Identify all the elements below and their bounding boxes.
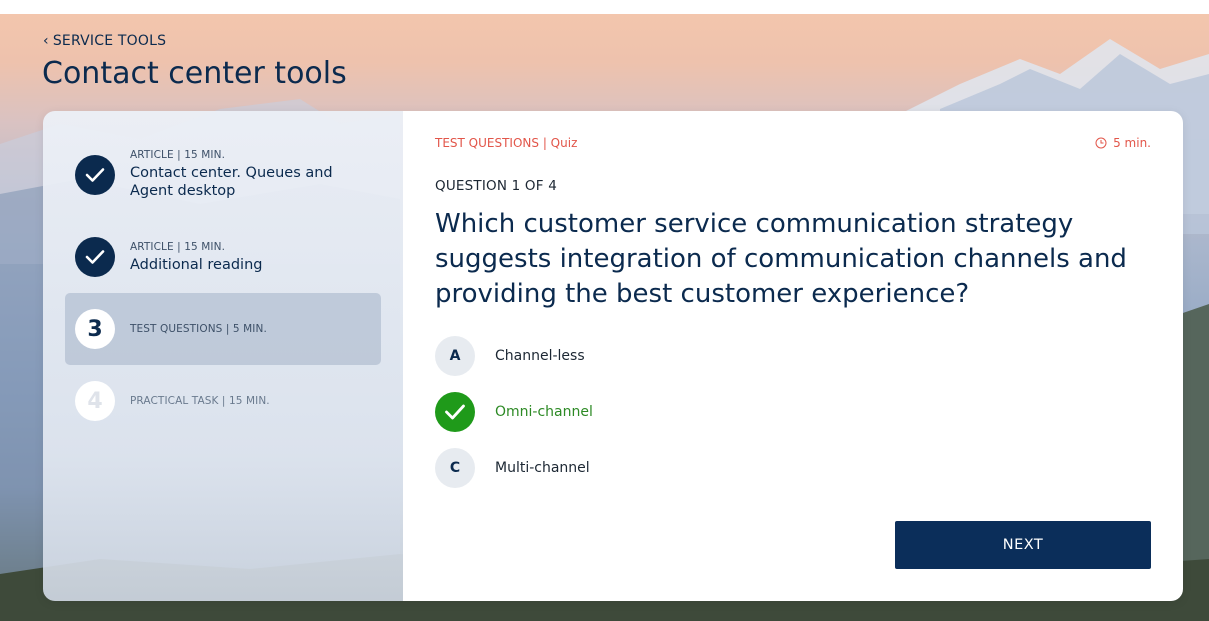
back-link-service-tools[interactable]: ‹ SERVICE TOOLS [43,33,166,49]
back-link-label: SERVICE TOOLS [52,33,167,49]
answer-option-a[interactable]: A Channel-less [435,336,585,376]
chevron-left-icon: ‹ [43,33,49,49]
step-completed-badge [75,154,115,195]
step-item-1[interactable]: ARTICLE | 15 MIN. Contact center. Queues… [65,149,381,200]
step-item-4[interactable]: 4 PRACTICAL TASK | 15 MIN. [65,381,381,421]
step-meta: TEST QUESTIONS | 5 MIN. [130,323,267,335]
step-number-badge: 4 [75,381,115,421]
option-label: Multi-channel [495,460,590,476]
check-icon [85,250,105,264]
option-label: Omni-channel [495,404,593,420]
option-label: Channel-less [495,348,585,364]
timer-label: 5 min. [1113,136,1151,150]
question-counter: QUESTION 1 OF 4 [435,178,558,194]
step-meta: PRACTICAL TASK | 15 MIN. [130,395,270,407]
step-meta: ARTICLE | 15 MIN. [130,149,226,161]
step-number-badge: 3 [75,309,115,349]
step-item-2[interactable]: ARTICLE | 15 MIN. Additional reading [65,237,381,277]
step-name: Contact center. Queues and Agent desktop [130,165,333,199]
course-card: ARTICLE | 15 MIN. Contact center. Queues… [43,111,1183,601]
page-title: Contact center tools [42,56,347,91]
quiz-panel: TEST QUESTIONS | Quiz 5 min. QUESTION 1 … [403,111,1183,601]
question-text: Which customer service communication str… [435,209,1127,309]
check-icon [85,167,105,182]
step-meta: ARTICLE | 15 MIN. [130,240,226,253]
option-letter-badge: A [435,336,475,376]
answer-option-b-selected[interactable]: Omni-channel [435,392,593,432]
answer-option-c[interactable]: C Multi-channel [435,448,590,488]
step-name: Additional reading [130,256,263,273]
clock-icon [1095,137,1107,149]
step-completed-badge [75,237,115,277]
steps-sidebar: ARTICLE | 15 MIN. Contact center. Queues… [43,111,403,601]
next-button[interactable]: NEXT [895,521,1151,569]
step-item-3-current[interactable]: 3 TEST QUESTIONS | 5 MIN. [65,293,381,365]
quiz-type-label: TEST QUESTIONS | Quiz [435,136,578,150]
option-letter-badge: C [435,448,475,488]
check-icon [445,404,465,420]
correct-answer-badge [435,392,475,432]
quiz-timer: 5 min. [1095,136,1151,150]
